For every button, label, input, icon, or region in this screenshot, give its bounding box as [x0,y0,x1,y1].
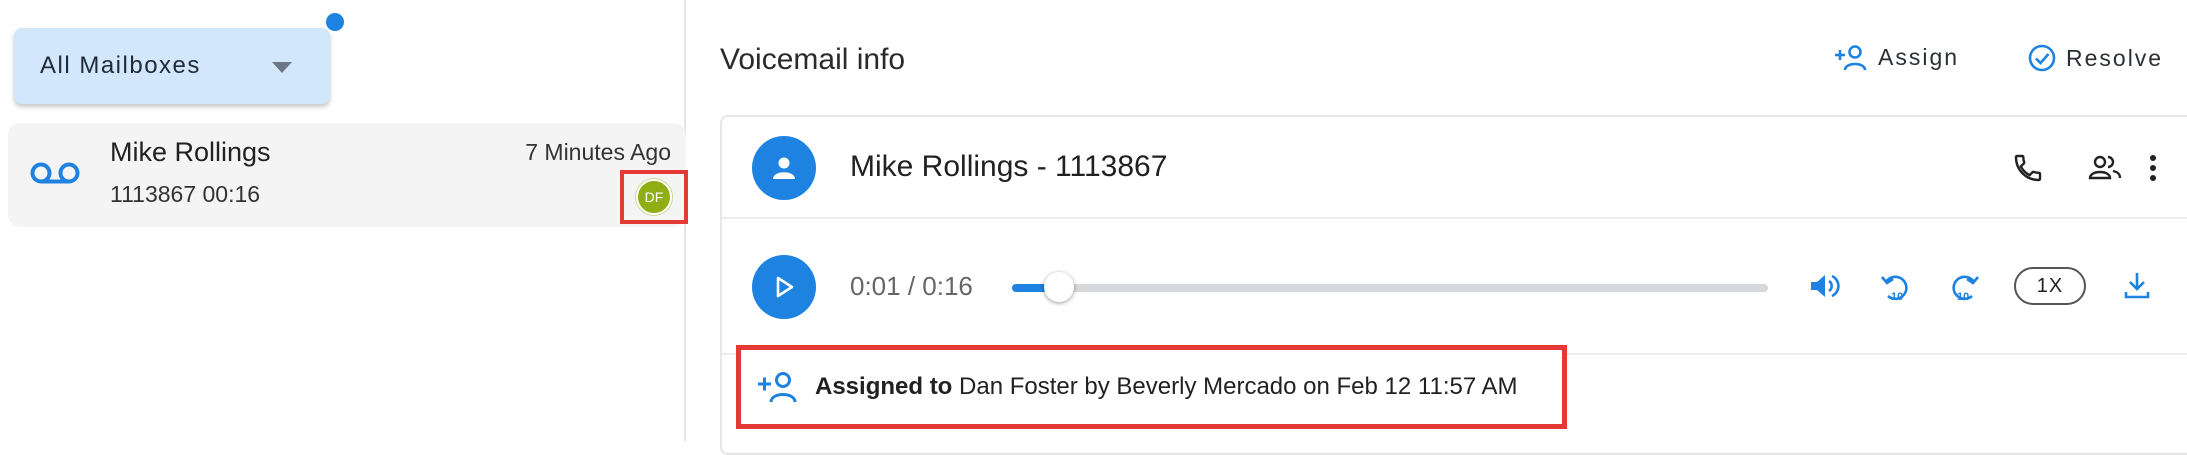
notification-dot [326,13,344,31]
page-title: Voicemail info [720,43,906,76]
assignment-text: Dan Foster by Beverly Mercado on Feb 12 … [959,373,1518,400]
voicemail-icon [30,158,80,188]
playback-slider-thumb[interactable] [1044,272,1075,302]
voicemail-caller-name: Mike Rollings [110,137,271,167]
people-icon[interactable] [2088,152,2122,184]
assign-button[interactable]: Assign [1834,44,1959,71]
person-add-icon [1834,44,1868,71]
rewind-icon[interactable]: 10 [1880,270,1912,304]
assignment-banner: Assigned to Dan Foster by Beverly Mercad… [736,345,1567,429]
playback-speed-button[interactable]: 1X [2014,267,2086,305]
svg-text:10: 10 [1957,291,1969,303]
download-icon[interactable] [2122,270,2152,300]
resolve-button[interactable]: Resolve [2028,44,2163,72]
check-circle-icon [2028,44,2056,72]
assign-label: Assign [1878,44,1960,70]
assignee-avatar[interactable]: DF [636,179,672,215]
playback-time: 0:01 / 0:16 [850,271,973,301]
fast-forward-icon[interactable]: 10 [1948,270,1980,304]
mailbox-selector-label: All Mailboxes [40,52,201,79]
voicemail-list-item[interactable]: Mike Rollings 1113867 00:16 7 Minutes Ag… [8,123,686,227]
playback-slider[interactable] [1012,272,1768,302]
play-icon [773,275,795,299]
caret-down-icon [272,62,292,74]
voicemail-details: 1113867 00:16 [110,181,261,207]
phone-icon[interactable] [2012,152,2044,184]
person-add-icon [757,371,799,403]
contact-avatar [752,136,816,200]
resolve-label: Resolve [2066,44,2164,71]
svg-text:10: 10 [1891,291,1903,303]
assignee-highlight: DF [620,170,688,224]
play-button[interactable] [752,255,816,319]
assignment-prefix: Assigned to [815,373,953,400]
volume-icon[interactable] [1808,270,1842,302]
contact-title: Mike Rollings - 1113867 [850,150,1168,183]
person-icon [771,155,797,181]
more-vertical-icon[interactable] [2147,152,2159,184]
voicemail-time-ago: 7 Minutes Ago [525,139,671,165]
mailbox-list-pane: All Mailboxes Mike Rollings 1113867 00:1… [0,0,688,441]
divider [722,217,2187,219]
mailbox-selector[interactable]: All Mailboxes [14,28,330,104]
